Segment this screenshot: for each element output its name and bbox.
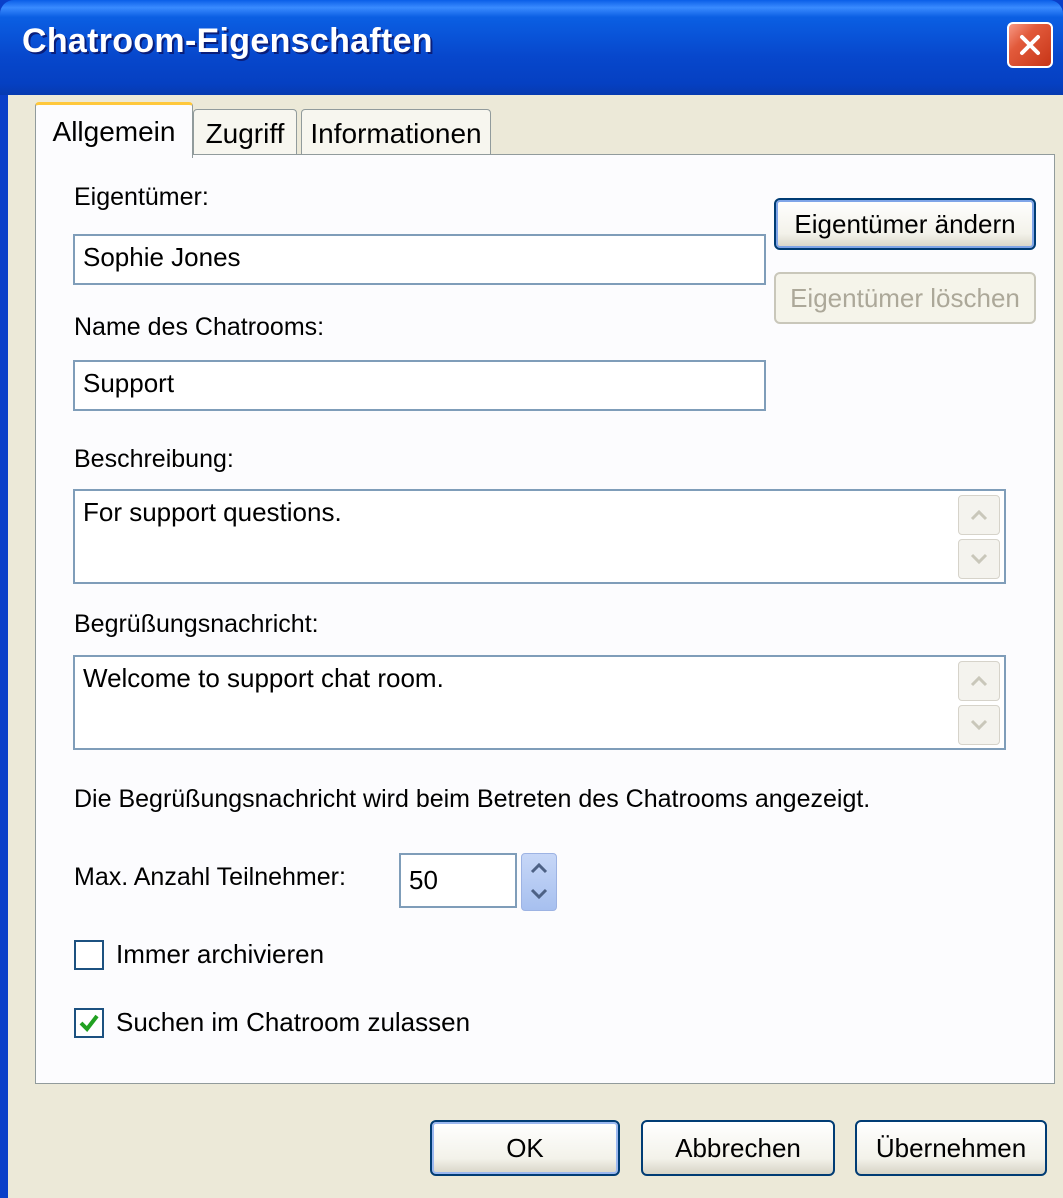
tab-label: Zugriff: [205, 117, 285, 149]
scroll-down-button[interactable]: [958, 539, 1000, 579]
welcome-field[interactable]: Welcome to support chat room.: [73, 655, 1006, 750]
apply-label: Übernehmen: [875, 1132, 1027, 1163]
owner-label: Eigentümer:: [74, 183, 209, 211]
room-name-field[interactable]: Support: [73, 360, 766, 411]
max-participants-stepper[interactable]: [521, 853, 557, 911]
tab-label: Informationen: [310, 117, 482, 149]
welcome-label: Begrüßungsnachricht:: [74, 610, 319, 638]
chevron-down-icon: [970, 719, 988, 731]
spin-down-icon[interactable]: [522, 882, 556, 910]
tab-panel-allgemein: Eigentümer: Sophie Jones Eigentümer ände…: [35, 154, 1055, 1084]
welcome-scrollbar[interactable]: [958, 659, 1002, 747]
window-title: Chatroom-Eigenschaften: [22, 22, 433, 60]
allow-search-label[interactable]: Suchen im Chatroom zulassen: [116, 1007, 470, 1038]
chevron-up-icon: [970, 675, 988, 687]
description-field[interactable]: For support questions.: [73, 489, 1006, 584]
title-bar[interactable]: Chatroom-Eigenschaften: [0, 0, 1063, 95]
max-participants-label: Max. Anzahl Teilnehmer:: [74, 863, 346, 891]
dialog-window: Chatroom-Eigenschaften Allgemein Zugriff…: [0, 0, 1063, 1198]
spin-up-icon[interactable]: [522, 854, 556, 882]
cancel-label: Abbrechen: [675, 1132, 801, 1163]
always-archive-label[interactable]: Immer archivieren: [116, 939, 324, 970]
chevron-down-icon: [970, 553, 988, 565]
scroll-down-button[interactable]: [958, 705, 1000, 745]
description-scrollbar[interactable]: [958, 493, 1002, 581]
always-archive-checkbox[interactable]: [74, 940, 104, 970]
tab-label: Allgemein: [52, 115, 176, 147]
welcome-hint-text: Die Begrüßungsnachricht wird beim Betret…: [74, 785, 871, 813]
change-owner-button[interactable]: Eigentümer ändern: [774, 198, 1036, 250]
scroll-up-button[interactable]: [958, 495, 1000, 535]
delete-owner-label: Eigentümer löschen: [790, 282, 1020, 313]
chevron-up-icon: [970, 509, 988, 521]
apply-button[interactable]: Übernehmen: [855, 1120, 1047, 1176]
tab-informationen[interactable]: Informationen: [301, 109, 491, 157]
tab-zugriff[interactable]: Zugriff: [193, 109, 297, 157]
close-icon: [1020, 35, 1040, 55]
owner-field[interactable]: Sophie Jones: [73, 234, 766, 285]
close-button[interactable]: [1007, 22, 1053, 68]
description-label: Beschreibung:: [74, 445, 234, 473]
delete-owner-button[interactable]: Eigentümer löschen: [774, 272, 1036, 324]
description-text: For support questions.: [83, 497, 342, 527]
max-participants-field[interactable]: 50: [399, 853, 517, 908]
change-owner-label: Eigentümer ändern: [794, 208, 1016, 239]
allow-search-checkbox[interactable]: [74, 1008, 104, 1038]
cancel-button[interactable]: Abbrechen: [641, 1120, 835, 1176]
ok-button[interactable]: OK: [430, 1120, 620, 1176]
checkmark-icon: [79, 1014, 99, 1033]
welcome-text: Welcome to support chat room.: [83, 663, 444, 693]
scroll-up-button[interactable]: [958, 661, 1000, 701]
tab-allgemein[interactable]: Allgemein: [35, 102, 193, 158]
dialog-body: Allgemein Zugriff Informationen Eigentüm…: [8, 95, 1063, 1198]
ok-label: OK: [506, 1132, 544, 1163]
room-name-label: Name des Chatrooms:: [74, 313, 325, 341]
